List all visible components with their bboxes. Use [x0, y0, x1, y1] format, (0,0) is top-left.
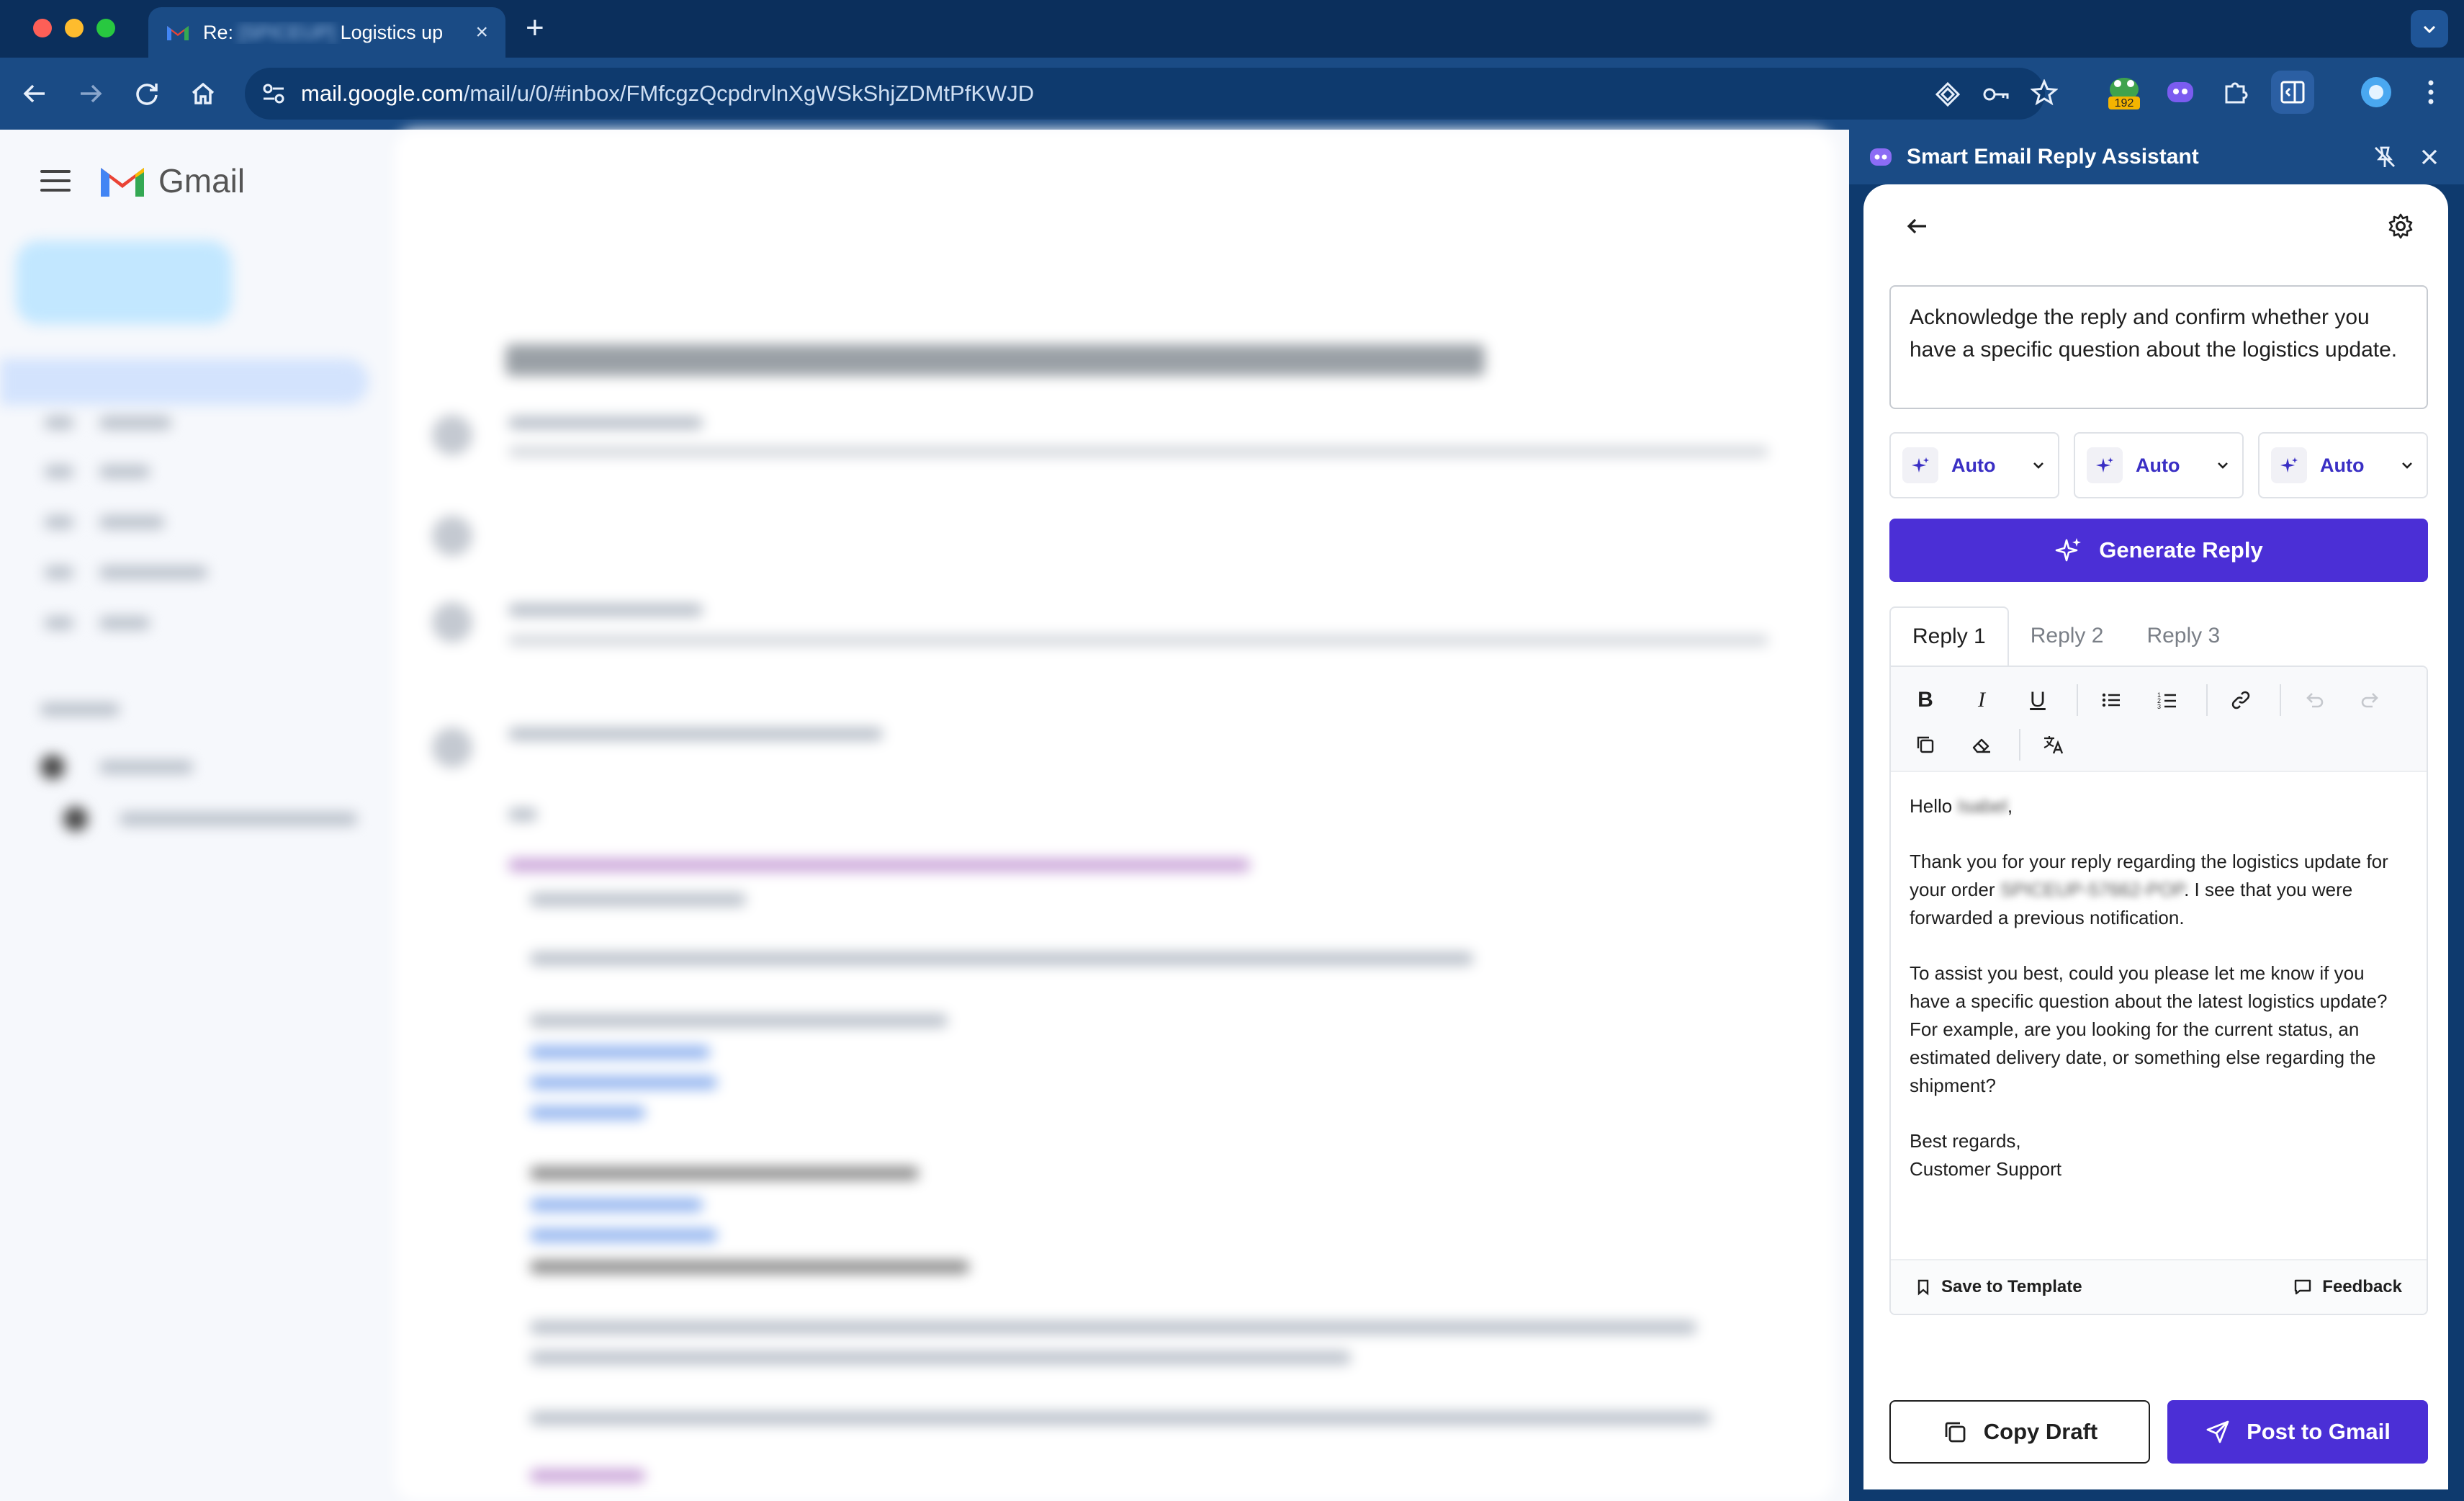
save-template-button[interactable]: Save to Template — [1915, 1277, 2082, 1297]
gear-icon — [2388, 213, 2413, 239]
back-button[interactable] — [1897, 206, 1937, 246]
settings-button[interactable] — [2380, 206, 2421, 246]
editor-toolbar: B I U 123 — [1891, 667, 2427, 772]
browser-tab-active[interactable]: Re: [SPICEUP] Logistics up × — [148, 7, 505, 58]
tab-close-icon[interactable]: × — [475, 20, 488, 45]
profile-icon — [2361, 77, 2391, 107]
bookmark-icon — [1917, 1279, 1929, 1296]
editor-footer: Save to Template Feedback — [1891, 1259, 2427, 1314]
sparkle-icon — [1902, 447, 1938, 483]
gmail-app: Gmail — [0, 130, 1849, 1501]
bold-icon[interactable]: B — [1905, 680, 1946, 720]
svg-text:192: 192 — [2115, 97, 2134, 109]
tab-search-button[interactable] — [2411, 10, 2448, 48]
reply-paragraph-1: Thank you for your reply regarding the l… — [1910, 851, 2388, 928]
side-panel-toggle[interactable] — [2271, 71, 2314, 114]
numbered-list-icon[interactable]: 123 — [2147, 680, 2188, 720]
browser-tab-bar: Re: [SPICEUP] Logistics up × + — [0, 0, 2464, 58]
url-path: /mail/u/0/#inbox/FMfcgzQcpdrvlnXgWSkShjZ… — [463, 81, 1035, 106]
reply-body[interactable]: Hello Isabel, Thank you for your reply r… — [1891, 772, 2427, 1262]
window-close-button[interactable] — [33, 19, 52, 37]
bullet-list-icon[interactable] — [2091, 680, 2131, 720]
gmail-favicon-icon — [167, 26, 189, 40]
chevron-down-icon — [2033, 462, 2043, 469]
undo-icon[interactable] — [2294, 680, 2334, 720]
bookmark-star-icon[interactable] — [2031, 79, 2058, 107]
tone-select[interactable]: Auto — [1889, 432, 2059, 498]
email-thread-card — [395, 130, 1835, 1501]
panel-title: Smart Email Reply Assistant — [1907, 145, 2199, 169]
back-arrow-icon — [1907, 218, 1926, 234]
reload-icon[interactable] — [132, 79, 161, 108]
chevron-down-icon — [2423, 25, 2436, 34]
drive-icon[interactable] — [1934, 81, 1961, 108]
reply-signature: Customer Support — [1910, 1158, 2061, 1180]
reply-greeting: Hello Isabel, — [1910, 795, 2013, 817]
close-panel-icon[interactable] — [2414, 144, 2445, 170]
reply-editor: B I U 123 Hello Isabel, Thank you for yo… — [1889, 666, 2428, 1315]
window-zoom-button[interactable] — [96, 19, 115, 37]
window-minimize-button[interactable] — [65, 19, 84, 37]
reply-tabs: Reply 1 Reply 2 Reply 3 — [1889, 606, 2428, 666]
send-icon — [2206, 1420, 2229, 1443]
site-settings-icon[interactable] — [261, 81, 287, 107]
side-panel-icon — [2280, 81, 2305, 104]
tab-title: Re: [SPICEUP] Logistics up — [203, 21, 444, 43]
translate-icon[interactable] — [2033, 725, 2074, 765]
puzzle-icon — [2225, 82, 2248, 104]
assistant-logo-icon — [1870, 148, 1892, 166]
redo-icon[interactable] — [2350, 680, 2391, 720]
generate-reply-button[interactable]: Generate Reply — [1889, 519, 2428, 582]
underline-icon[interactable]: U — [2018, 680, 2058, 720]
address-bar[interactable]: mail.google.com/mail/u/0/#inbox/FMfcgzQc… — [245, 68, 2058, 120]
forward-arrow-icon[interactable] — [76, 79, 105, 108]
reply-assistant-panel: Acknowledge the reply and confirm whethe… — [1863, 184, 2448, 1489]
unpin-icon[interactable] — [2369, 144, 2401, 170]
home-icon[interactable] — [189, 79, 217, 108]
frog-extension-icon: 192 — [2108, 78, 2140, 109]
feedback-button[interactable]: Feedback — [2293, 1277, 2402, 1297]
assistant-extension-icon — [2167, 82, 2193, 102]
reply-signoff: Best regards, — [1910, 1130, 2021, 1152]
chevron-down-icon — [2402, 462, 2412, 469]
tab-reply-3[interactable]: Reply 3 — [2125, 606, 2242, 666]
language-select[interactable]: Auto — [2258, 432, 2428, 498]
eraser-icon[interactable] — [1961, 725, 2002, 765]
post-to-gmail-button[interactable]: Post to Gmail — [2167, 1400, 2428, 1464]
profile-avatar[interactable] — [2355, 71, 2398, 114]
back-arrow-icon[interactable] — [20, 79, 49, 108]
length-select[interactable]: Auto — [2074, 432, 2244, 498]
magic-sparkles-icon — [2055, 538, 2082, 562]
key-icon[interactable] — [1982, 81, 2010, 108]
browser-menu-button[interactable] — [2409, 71, 2452, 114]
recipient-name-redacted: Isabel — [1957, 795, 2007, 817]
url-host: mail.google.com — [301, 81, 464, 106]
order-number-redacted: SPICEUP-57662-POP — [2000, 879, 2185, 900]
new-tab-button[interactable]: + — [526, 10, 544, 46]
kebab-menu-icon — [2428, 80, 2434, 104]
sparkle-icon — [2271, 447, 2307, 483]
copy-format-icon[interactable] — [1905, 725, 1946, 765]
svg-text:3: 3 — [2157, 703, 2161, 710]
reply-paragraph-2: To assist you best, could you please let… — [1910, 962, 2388, 1096]
sparkle-icon — [2087, 447, 2123, 483]
sidebar-item-inbox[interactable] — [0, 359, 369, 405]
italic-icon[interactable]: I — [1961, 680, 2002, 720]
tab-reply-1[interactable]: Reply 1 — [1889, 606, 2009, 666]
compose-button[interactable] — [16, 241, 232, 324]
chevron-down-icon — [2218, 462, 2228, 469]
extensions-puzzle-button[interactable] — [2215, 71, 2258, 114]
link-icon[interactable] — [2221, 680, 2261, 720]
gmail-blurred-content — [0, 130, 1849, 1501]
prompt-input[interactable]: Acknowledge the reply and confirm whethe… — [1889, 285, 2428, 409]
side-panel-header: Smart Email Reply Assistant — [1849, 130, 2464, 184]
extension-frog[interactable]: 192 — [2103, 71, 2146, 114]
message-square-icon — [2295, 1279, 2311, 1295]
copy-icon — [1945, 1422, 1966, 1443]
extension-assistant[interactable] — [2159, 71, 2202, 114]
browser-toolbar: mail.google.com/mail/u/0/#inbox/FMfcgzQc… — [0, 58, 2464, 130]
tab-reply-2[interactable]: Reply 2 — [2009, 606, 2126, 666]
copy-draft-button[interactable]: Copy Draft — [1889, 1400, 2150, 1464]
